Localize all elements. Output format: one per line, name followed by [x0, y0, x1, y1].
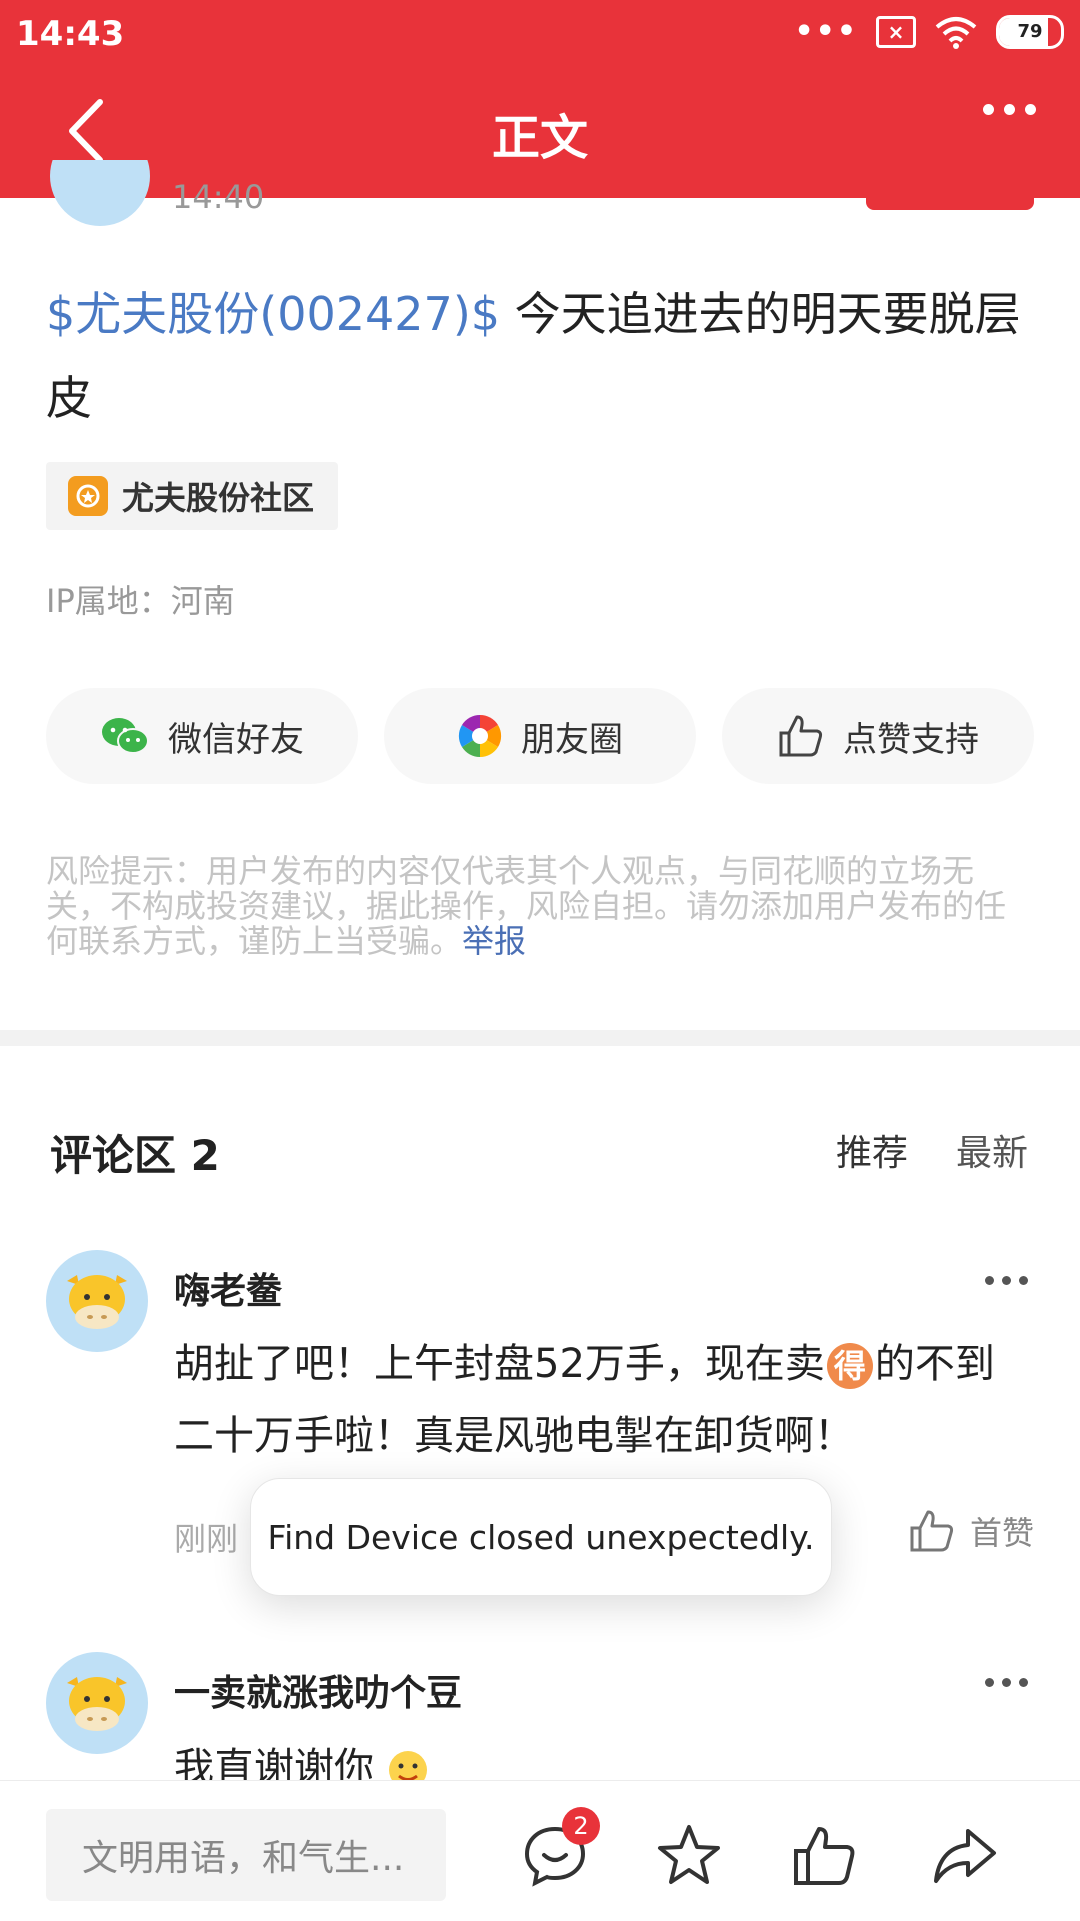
comment-like-label: 首赞 [969, 1514, 1034, 1552]
community-tag[interactable]: 尤夫股份社区 [46, 462, 339, 530]
dot [1002, 1276, 1011, 1285]
share-moments-button[interactable]: 朋友圈 [384, 688, 696, 784]
commenter-avatar[interactable] [46, 1250, 148, 1352]
comment-count-badge: 2 [562, 1807, 600, 1845]
star-icon[interactable] [654, 1821, 724, 1891]
community-icon [68, 476, 108, 516]
wechat-icon [102, 718, 149, 754]
dot [1025, 104, 1036, 115]
more-options-button[interactable] [983, 104, 1036, 115]
comments-title: 评论区 2 [50, 1131, 220, 1180]
battery-level: 79 [1017, 21, 1043, 42]
section-divider [0, 1030, 1080, 1046]
toast-text: Find Device closed unexpectedly. [267, 1517, 815, 1557]
no-sim-icon: × [876, 15, 916, 48]
comment-more-button[interactable] [985, 1276, 1028, 1285]
share-icon[interactable] [930, 1821, 1000, 1891]
comment-more-button[interactable] [985, 1678, 1028, 1687]
post-content: $尤夫股份(002427)$ 今天追进去的明天要脱层皮 [46, 272, 1026, 440]
thumbs-up-icon [910, 1510, 954, 1552]
comment-time: 刚刚 [174, 1520, 239, 1558]
page-title: 正文 [491, 110, 588, 166]
status-icons: ••• × 79 [794, 14, 1064, 49]
wifi-icon [935, 16, 977, 49]
dot [983, 104, 994, 115]
post-time: 14:40 [172, 178, 265, 216]
stock-link[interactable]: $尤夫股份(002427)$ [46, 287, 500, 341]
thumbs-up-icon [779, 715, 823, 757]
moments-icon [458, 714, 502, 758]
dot [985, 1276, 994, 1285]
notification-dots-icon: ••• [794, 14, 858, 49]
community-label: 尤夫股份社区 [122, 479, 315, 517]
like-support-label: 点赞支持 [843, 719, 979, 760]
sort-recommended-tab[interactable]: 推荐 [836, 1124, 908, 1176]
share-wechat-button[interactable]: 微信好友 [46, 688, 358, 784]
author-avatar[interactable] [50, 160, 150, 226]
comment-like-button[interactable]: 首赞 [908, 1508, 1034, 1554]
de-emoji-icon: 得 [826, 1343, 873, 1389]
share-row: 微信好友 朋友圈 点赞支持 [46, 688, 1034, 784]
share-wechat-label: 微信好友 [168, 719, 304, 760]
risk-notice: 风险提示：用户发布的内容仅代表其个人观点，与同花顺的立场无关，不构成投资建议，据… [46, 854, 1034, 959]
dot [1019, 1678, 1028, 1687]
dot [1019, 1276, 1028, 1285]
dot [985, 1678, 994, 1687]
toast-message: Find Device closed unexpectedly. [250, 1478, 832, 1596]
comment-text-part1: 胡扯了吧！上午封盘52万手，现在卖 [174, 1341, 825, 1387]
cow-avatar-icon [67, 1677, 127, 1731]
follow-button[interactable] [866, 196, 1034, 210]
ip-location: IP属地：河南 [46, 582, 235, 620]
commenter-avatar[interactable] [46, 1652, 148, 1754]
battery-icon: 79 [996, 14, 1064, 49]
like-support-button[interactable]: 点赞支持 [722, 688, 1034, 784]
comment-text: 胡扯了吧！上午封盘52万手，现在卖得的不到二十万手啦！真是风驰电掣在卸货啊！ [174, 1328, 1034, 1472]
report-link[interactable]: 举报 [462, 922, 526, 960]
thumbs-up-icon[interactable] [790, 1821, 860, 1891]
status-time: 14:43 [16, 14, 125, 54]
cow-avatar-icon [67, 1275, 127, 1329]
commenter-name[interactable]: 嗨老鲞 [174, 1262, 282, 1314]
sort-latest-tab[interactable]: 最新 [956, 1124, 1028, 1176]
comment-input[interactable]: 文明用语，和气生... [46, 1809, 446, 1901]
bottom-action-bar: 文明用语，和气生... 2 [0, 1780, 1080, 1921]
top-app-bar: 14:43 ••• × 79 正文 [0, 0, 1080, 198]
dot [1002, 1678, 1011, 1687]
share-moments-label: 朋友圈 [521, 719, 623, 760]
commenter-name[interactable]: 一卖就涨我叻个豆 [174, 1664, 462, 1716]
dot [1004, 104, 1015, 115]
